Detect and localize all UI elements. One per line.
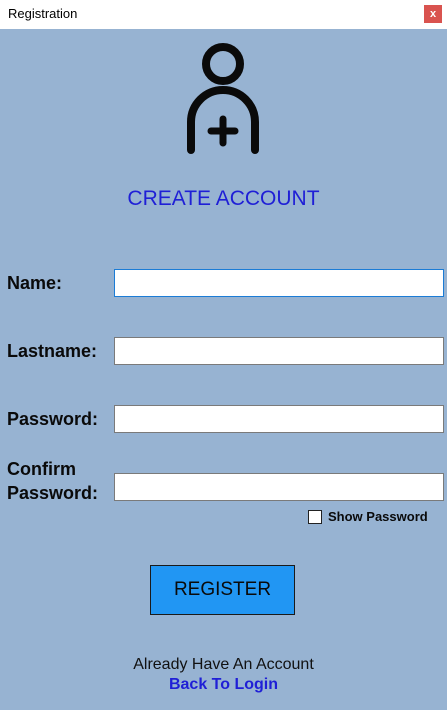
add-user-icon bbox=[187, 43, 259, 154]
confirm-password-label-line1: Confirm bbox=[7, 459, 76, 479]
back-to-login-link[interactable]: Back To Login bbox=[0, 676, 447, 694]
name-label: Name: bbox=[7, 273, 63, 293]
title-bar: Registration x bbox=[0, 0, 447, 29]
register-button[interactable]: REGISTER bbox=[150, 565, 295, 615]
password-label: Password: bbox=[7, 409, 99, 429]
page-title: CREATE ACCOUNT bbox=[127, 187, 320, 210]
name-field[interactable] bbox=[114, 269, 444, 297]
confirm-password-label-line2: Password: bbox=[7, 483, 99, 503]
password-field[interactable] bbox=[114, 405, 444, 433]
lastname-label: Lastname: bbox=[7, 341, 98, 361]
registration-window: Registration x CREATE ACCOUNT Name: Last… bbox=[0, 0, 447, 710]
lastname-field[interactable] bbox=[114, 337, 444, 365]
show-password-toggle[interactable]: Show Password bbox=[308, 509, 428, 524]
close-button[interactable]: x bbox=[424, 5, 442, 23]
already-have-account-text: Already Have An Account bbox=[133, 656, 314, 673]
window-title: Registration bbox=[8, 6, 78, 21]
show-password-label: Show Password bbox=[328, 509, 428, 524]
show-password-checkbox[interactable] bbox=[308, 509, 322, 524]
confirm-password-field[interactable] bbox=[114, 473, 444, 501]
